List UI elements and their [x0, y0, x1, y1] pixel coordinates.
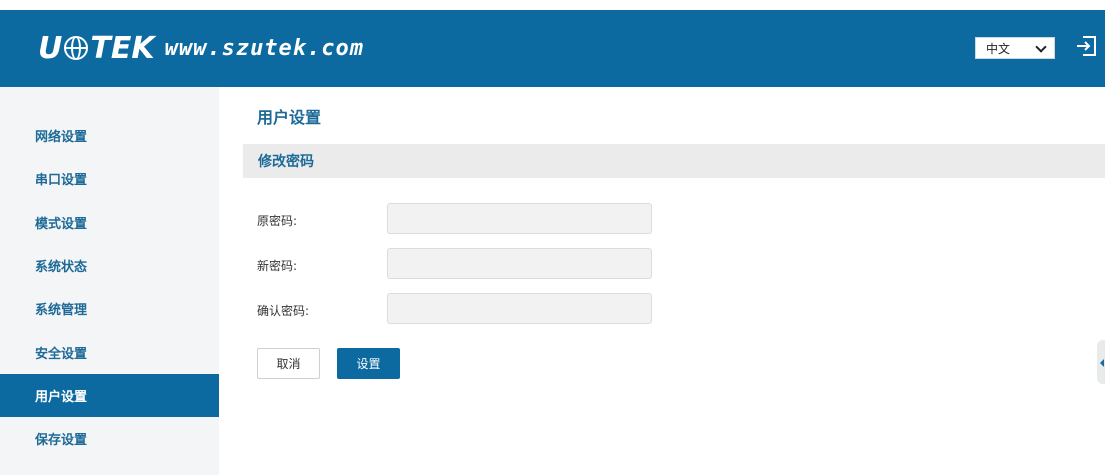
confirm-password-label: 确认密码:: [257, 304, 310, 318]
new-password-input[interactable]: [387, 248, 652, 279]
collapse-panel-handle[interactable]: [1097, 340, 1105, 384]
section-title: 修改密码: [258, 154, 314, 170]
sidebar-item-save[interactable]: 保存设置: [0, 417, 219, 460]
new-password-label: 新密码:: [257, 259, 298, 273]
top-header: U TEK www.szutek.com 中文: [0, 10, 1105, 87]
sidebar-item-system-management[interactable]: 系统管理: [0, 287, 219, 330]
logo: U TEK www.szutek.com: [38, 28, 364, 68]
sidebar-item-user[interactable]: 用户设置: [0, 374, 219, 417]
logout-icon[interactable]: [1074, 33, 1100, 59]
old-password-label: 原密码:: [257, 214, 298, 228]
logo-site-url: www.szutek.com: [164, 35, 365, 61]
page-title: 用户设置: [257, 108, 322, 127]
globe-icon: [64, 36, 89, 60]
save-button[interactable]: 设置: [337, 348, 400, 379]
section-header: 修改密码: [243, 144, 1105, 178]
cancel-button[interactable]: 取消: [257, 348, 320, 379]
logo-brand: U TEK: [38, 30, 155, 66]
language-select-value: 中文: [986, 41, 1011, 56]
language-select[interactable]: 中文: [975, 37, 1055, 59]
old-password-input[interactable]: [387, 203, 652, 234]
sidebar-item-mode[interactable]: 模式设置: [0, 201, 219, 244]
confirm-password-input[interactable]: [387, 293, 652, 324]
sidebar-item-security[interactable]: 安全设置: [0, 331, 219, 374]
sidebar-item-serial[interactable]: 串口设置: [0, 157, 219, 200]
sidebar-item-network[interactable]: 网络设置: [0, 114, 219, 157]
sidebar: 网络设置 串口设置 模式设置 系统状态 系统管理 安全设置 用户设置 保存设置: [0, 87, 219, 475]
sidebar-item-system-status[interactable]: 系统状态: [0, 244, 219, 287]
chevron-down-icon: [1035, 41, 1047, 53]
